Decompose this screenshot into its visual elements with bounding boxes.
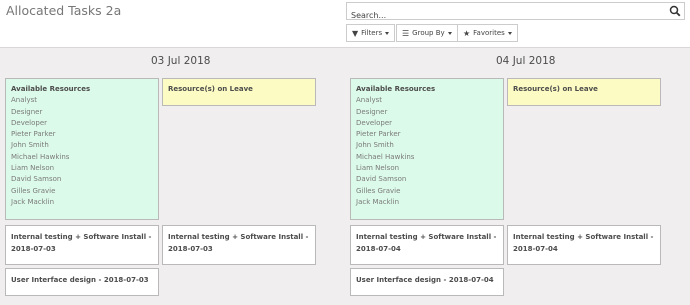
page-title: Allocated Tasks 2a: [6, 3, 122, 18]
favorites-button[interactable]: ★ Favorites: [457, 24, 518, 42]
resources-on-leave-title: Resource(s) on Leave: [168, 85, 253, 93]
task-title: User Interface design - 2018-07-03: [11, 276, 149, 284]
resource-item: Pieter Parker: [11, 130, 56, 139]
groupby-button[interactable]: ☰ Group By: [396, 24, 458, 42]
task-card[interactable]: Internal testing + Software Install - 20…: [5, 225, 159, 265]
search-input[interactable]: [347, 7, 657, 24]
resource-item: Liam Nelson: [356, 164, 400, 173]
resources-on-leave-card[interactable]: Resource(s) on Leave: [507, 78, 661, 106]
resource-item: Analyst: [356, 96, 382, 105]
resource-item: Pieter Parker: [356, 130, 401, 139]
resource-item: Michael Hawkins: [11, 152, 70, 161]
list-icon: ☰: [402, 28, 410, 38]
available-resources-card[interactable]: Available Resources Analyst Designer Dev…: [5, 78, 159, 220]
task-title: User Interface design - 2018-07-04: [356, 276, 494, 284]
task-title: Internal testing + Software Install - 20…: [356, 233, 497, 253]
search-icon[interactable]: [669, 5, 681, 17]
available-resources-title: Available Resources: [356, 85, 436, 93]
task-title: Internal testing + Software Install - 20…: [11, 233, 152, 253]
control-panel: Allocated Tasks 2a ▼ Filters ☰ Group By …: [0, 0, 690, 48]
resource-item: Jack Macklin: [11, 197, 55, 206]
available-resources-title: Available Resources: [11, 85, 91, 93]
task-card[interactable]: User Interface design - 2018-07-03: [5, 268, 159, 296]
groupby-label: Group By: [412, 29, 445, 37]
resource-item: Michael Hawkins: [356, 152, 415, 161]
favorites-label: Favorites: [473, 29, 505, 37]
task-card[interactable]: User Interface design - 2018-07-04: [350, 268, 504, 296]
caret-down-icon: [507, 31, 512, 35]
day-date: 03 Jul 2018: [151, 55, 211, 67]
resource-item: John Smith: [11, 141, 49, 150]
resource-item: David Samson: [356, 175, 407, 184]
resource-item: Jack Macklin: [356, 197, 400, 206]
filters-label: Filters: [361, 29, 383, 37]
caret-down-icon: [385, 31, 390, 35]
resource-item: Developer: [356, 118, 393, 127]
task-card[interactable]: Internal testing + Software Install - 20…: [162, 225, 316, 265]
resource-item: Gilles Gravie: [356, 186, 401, 195]
task-card[interactable]: Internal testing + Software Install - 20…: [350, 225, 504, 265]
star-icon: ★: [463, 28, 471, 38]
task-title: Internal testing + Software Install - 20…: [513, 233, 654, 253]
resource-item: Designer: [356, 107, 388, 116]
filter-icon: ▼: [352, 28, 359, 38]
resources-on-leave-card[interactable]: Resource(s) on Leave: [162, 78, 316, 106]
task-title: Internal testing + Software Install - 20…: [168, 233, 309, 253]
search-box[interactable]: [346, 2, 685, 24]
filters-button[interactable]: ▼ Filters: [346, 24, 396, 42]
resource-item: Developer: [11, 118, 48, 127]
resource-item: John Smith: [356, 141, 394, 150]
available-resources-card[interactable]: Available Resources Analyst Designer Dev…: [350, 78, 504, 220]
caret-down-icon: [447, 31, 452, 35]
resource-item: Gilles Gravie: [11, 186, 56, 195]
resource-item: Analyst: [11, 96, 37, 105]
resources-on-leave-title: Resource(s) on Leave: [513, 85, 598, 93]
resource-item: David Samson: [11, 175, 62, 184]
day-date: 04 Jul 2018: [496, 55, 556, 67]
task-card[interactable]: Internal testing + Software Install - 20…: [507, 225, 661, 265]
resource-item: Liam Nelson: [11, 164, 55, 173]
resource-item: Designer: [11, 107, 43, 116]
